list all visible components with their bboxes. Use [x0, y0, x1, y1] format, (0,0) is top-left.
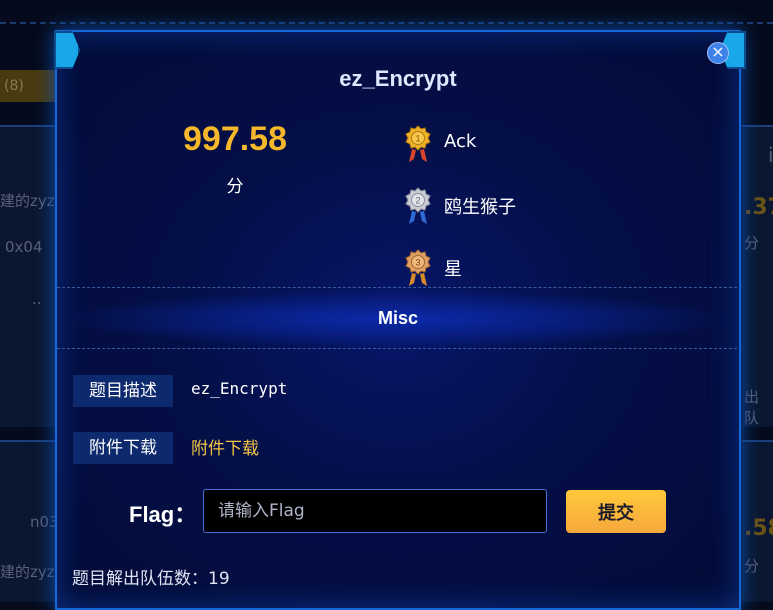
silver-medal-icon: 2 [405, 187, 431, 224]
background-text: 分 [744, 234, 760, 252]
challenge-category: Misc [377, 308, 419, 328]
background-score: .37 [744, 195, 773, 220]
attachment-download-link[interactable]: 附件下载 [191, 434, 259, 459]
svg-text:3: 3 [415, 258, 420, 268]
description-value: ez_Encrypt [191, 379, 288, 398]
rank-team-name: 星 [444, 259, 462, 280]
background-score: .58 [744, 516, 773, 541]
solves-count: 题目解出队伍数：19 [72, 569, 230, 589]
description-label: 题目描述 [73, 375, 173, 407]
svg-text:2: 2 [415, 196, 420, 206]
rank-team-name: Ack [444, 131, 477, 152]
close-button[interactable]: × [707, 42, 729, 64]
section-divider [57, 287, 737, 288]
bronze-medal-icon: 3 [405, 249, 431, 286]
background-card-left [0, 125, 60, 427]
background-divider [0, 22, 773, 24]
background-text: 出队 [744, 388, 760, 427]
flag-input[interactable] [203, 489, 547, 533]
challenge-score: 997.58 [183, 120, 287, 158]
background-text: i [768, 143, 773, 167]
rank-team-name: 鸥生猴子 [444, 197, 516, 218]
challenge-title: ez_Encrypt [339, 66, 457, 91]
background-text: 0x04 [5, 238, 43, 256]
background-text: 建的zyz [0, 192, 55, 210]
svg-text:1: 1 [415, 134, 420, 144]
flag-label: Flag： [129, 502, 197, 527]
download-label: 附件下载 [73, 432, 173, 464]
submit-button[interactable]: 提交 [566, 490, 666, 533]
background-text: 建的zyz [0, 563, 55, 581]
section-divider [57, 348, 737, 349]
background-card-right [742, 125, 773, 427]
score-unit: 分 [226, 177, 244, 197]
gold-medal-icon: 1 [405, 125, 431, 162]
background-text: .. [32, 290, 42, 308]
background-text: 分 [744, 557, 760, 575]
close-icon: × [711, 42, 725, 61]
